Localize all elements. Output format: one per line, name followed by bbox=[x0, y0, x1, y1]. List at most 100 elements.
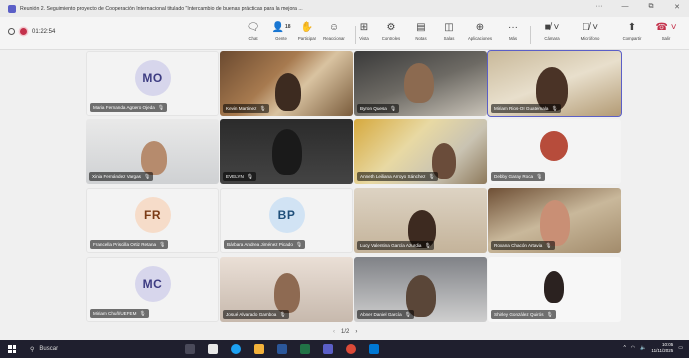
participant-name: Anneth Leiliana Arroyo Sánchez 🎙 bbox=[357, 172, 438, 181]
participant-tile[interactable]: MC Miriam Chuñ/UEFEM 🎙 bbox=[86, 257, 219, 322]
more-icon: ··· bbox=[508, 21, 518, 33]
participant-tile[interactable]: Kevin Martinez 🎙 bbox=[220, 51, 353, 116]
participant-video bbox=[540, 200, 570, 246]
participant-name: Miriam Chuñ/UEFEM 🎙 bbox=[90, 309, 149, 318]
volume-icon[interactable]: 🔈 bbox=[640, 345, 646, 351]
chat-icon: 🗨 bbox=[246, 21, 260, 33]
participant-tile[interactable]: Anneth Leiliana Arroyo Sánchez 🎙 bbox=[354, 119, 487, 184]
apps-button[interactable]: ⊕ Aplicaciones bbox=[460, 20, 500, 48]
participant-tile[interactable]: BP Bárbara Andrea Jiménez Picado 🎙 bbox=[220, 188, 353, 253]
mic-off-icon: 🎙 bbox=[246, 173, 254, 180]
participant-name: Josué Alvarado Gamboa 🎙 bbox=[223, 310, 289, 319]
participant-tile[interactable]: Lucy Valentina García Azurdia 🎙 bbox=[354, 188, 487, 253]
more-options-icon[interactable]: ··· bbox=[593, 3, 605, 11]
participant-tile[interactable]: Shirley González Quirós 🎙 bbox=[488, 257, 621, 322]
minimize-icon[interactable]: — bbox=[619, 3, 631, 11]
leave-button[interactable]: ☎ ˅ Salir bbox=[651, 20, 681, 48]
word-icon[interactable] bbox=[277, 344, 287, 354]
mic-button[interactable]: 🎙̸ ˅ Micrófono bbox=[570, 20, 610, 48]
more-button[interactable]: ··· Más bbox=[496, 20, 530, 48]
participant-tile[interactable]: FR Francella Priscilla Ortiz Retana 🎙 bbox=[86, 188, 219, 253]
participant-video bbox=[544, 271, 564, 303]
toolbar-divider bbox=[530, 26, 531, 44]
teams-app-icon bbox=[8, 4, 16, 13]
app-icon[interactable] bbox=[208, 344, 218, 354]
rooms-icon: ◫ bbox=[444, 21, 454, 33]
avatar: FR bbox=[134, 197, 171, 233]
recording-dot-icon bbox=[20, 28, 27, 35]
participant-tile[interactable]: MO Maria Fernanda Agüero Ojeda 🎙 bbox=[86, 51, 219, 116]
participant-tile[interactable]: Byron Quesa 🎙 bbox=[354, 51, 487, 116]
participant-name: Miriam Rios-OI Guatemala 🎙 bbox=[491, 104, 561, 113]
windows-start-icon[interactable] bbox=[8, 345, 16, 353]
excel-icon[interactable] bbox=[300, 344, 310, 354]
chevron-left-icon[interactable]: ‹ bbox=[333, 329, 335, 335]
participant-tile[interactable]: EVELYN 🎙 bbox=[220, 119, 353, 184]
participant-tile[interactable]: Xinia Fernández Vargas 🎙 bbox=[86, 119, 219, 184]
participant-name: Shirley González Quirós 🎙 bbox=[491, 310, 556, 319]
people-icon: 👤 18 bbox=[271, 21, 291, 33]
mic-off-icon: 🎙 bbox=[424, 242, 431, 249]
participant-video bbox=[275, 73, 301, 111]
avatar: MO bbox=[134, 60, 171, 96]
mic-off-icon: 🎙 bbox=[159, 241, 166, 248]
mic-off-icon: 🎙 bbox=[389, 105, 397, 112]
edge-icon[interactable] bbox=[231, 344, 241, 354]
close-icon[interactable]: ✕ bbox=[671, 3, 683, 11]
system-tray: ^ ◠ 🔈 10:05 11/11/2025 ▭ bbox=[623, 342, 683, 354]
task-view-icon[interactable] bbox=[185, 344, 195, 354]
share-icon: ⬆ bbox=[627, 21, 637, 33]
participant-tile[interactable]: Debby Garay Roca 🎙 bbox=[488, 119, 621, 184]
apps-icon: ⊕ bbox=[475, 21, 485, 33]
chrome-icon[interactable] bbox=[346, 344, 356, 354]
teams-icon[interactable] bbox=[323, 344, 333, 354]
mic-off-icon: 🎙̸ ˅ bbox=[581, 21, 599, 33]
video-grid: MO Maria Fernanda Agüero Ojeda 🎙 Kevin Ma… bbox=[0, 50, 689, 340]
participant-tile[interactable]: Abner Daniel García 🎙 bbox=[354, 257, 487, 322]
share-button[interactable]: ⬆ Compartir bbox=[612, 20, 652, 48]
camera-button[interactable]: ■̸ ˅ Cámara bbox=[532, 20, 572, 48]
avatar: MC bbox=[134, 266, 171, 302]
mic-off-icon: 🎙 bbox=[536, 173, 543, 180]
maximize-icon[interactable]: ⧉ bbox=[645, 3, 657, 11]
controls-button[interactable]: ⚙ Controles bbox=[374, 20, 408, 48]
participant-video bbox=[272, 129, 302, 175]
participant-name: Francella Priscilla Ortiz Retana 🎙 bbox=[90, 240, 169, 249]
participant-name: EVELYN 🎙 bbox=[223, 172, 257, 181]
participant-tile[interactable]: Josué Alvarado Gamboa 🎙 bbox=[220, 257, 353, 322]
window-title: Reunión 2. Seguimiento proyecto de Coope… bbox=[20, 5, 303, 12]
notes-icon: ▤ bbox=[416, 21, 426, 33]
shield-icon bbox=[8, 28, 15, 35]
explorer-icon[interactable] bbox=[254, 344, 264, 354]
page-indicator: ‹ 1/2 › bbox=[333, 329, 357, 335]
mic-off-icon: 🎙 bbox=[428, 173, 435, 180]
window-controls: ··· — ⧉ ✕ bbox=[593, 3, 683, 11]
search-icon: ⚲ bbox=[30, 346, 35, 353]
controls-icon: ⚙ bbox=[386, 21, 396, 33]
participant-name: Abner Daniel García 🎙 bbox=[357, 310, 414, 319]
mic-off-icon: 🎙 bbox=[143, 173, 151, 180]
mic-off-icon: 🎙 bbox=[551, 105, 558, 112]
notifications-icon[interactable]: ▭ bbox=[678, 345, 683, 351]
taskbar-search[interactable]: ⚲ Buscar bbox=[30, 346, 150, 353]
mic-off-icon: 🎙 bbox=[404, 311, 411, 318]
chevron-right-icon[interactable]: › bbox=[355, 329, 357, 335]
page-number: 1/2 bbox=[341, 329, 350, 335]
participant-name: Kevin Martinez 🎙 bbox=[223, 104, 269, 113]
participant-name: Byron Quesa 🎙 bbox=[357, 104, 400, 113]
phone-hangup-icon: ☎ ˅ bbox=[655, 21, 677, 33]
windows-taskbar: ⚲ Buscar ^ ◠ 🔈 10:05 11/11/2025 ▭ bbox=[0, 340, 689, 358]
outlook-icon[interactable] bbox=[369, 344, 379, 354]
mic-off-icon: 🎙 bbox=[279, 311, 286, 318]
chevron-up-icon[interactable]: ^ bbox=[623, 345, 625, 351]
window-titlebar: Reunión 2. Seguimiento proyecto de Coope… bbox=[0, 0, 689, 17]
taskbar-clock[interactable]: 10:05 11/11/2025 bbox=[651, 342, 673, 354]
network-icon[interactable]: ◠ bbox=[631, 345, 635, 351]
mic-off-icon: 🎙 bbox=[295, 241, 303, 248]
participant-video bbox=[540, 131, 568, 161]
camera-off-icon: ■̸ ˅ bbox=[544, 21, 560, 33]
participant-tile[interactable]: Roxana Chacón Artavia 🎙 bbox=[488, 188, 621, 253]
participant-tile[interactable]: Miriam Rios-OI Guatemala 🎙 bbox=[487, 50, 622, 117]
recording-indicator: 01:22:54 bbox=[8, 28, 55, 35]
participant-name: Bárbara Andrea Jiménez Picado 🎙 bbox=[224, 240, 306, 249]
